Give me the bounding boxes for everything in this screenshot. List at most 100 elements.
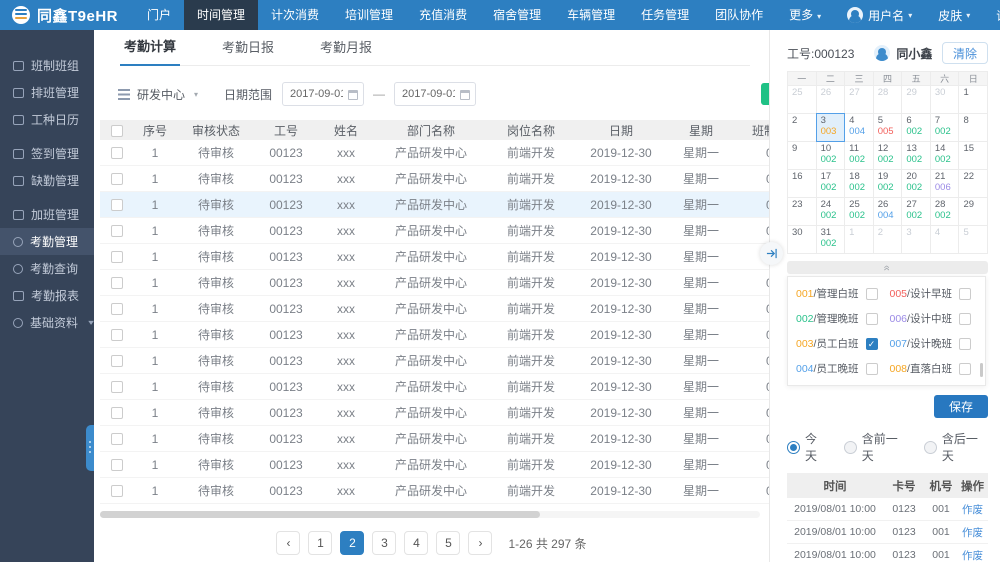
shift-option[interactable]: 008/直落白班 xyxy=(890,361,984,376)
sidebar-item-shift-group[interactable]: 班制班组 xyxy=(0,52,94,79)
row-checkbox[interactable] xyxy=(111,433,123,446)
tab[interactable]: 考勤计算 xyxy=(120,36,181,66)
table-row[interactable]: 1待审核00123xxx产品研发中心前端开发2019-12-30星期一001 xyxy=(100,296,769,322)
table-row[interactable]: 1待审核00123xxx产品研发中心前端开发2019-12-30星期一001 xyxy=(100,322,769,348)
calendar-day[interactable]: 5 005 xyxy=(872,113,903,142)
sidebar-item-attendance-mgmt[interactable]: 考勤管理 xyxy=(0,228,94,255)
calendar-day[interactable]: 30 xyxy=(787,225,817,254)
sidebar-item-scheduling[interactable]: 排班管理 xyxy=(0,79,94,106)
sidebar-item-checkin[interactable]: 签到管理 xyxy=(0,140,94,167)
topbar-menu-item[interactable]: 计次消费 xyxy=(258,0,332,30)
topbar-skin[interactable]: 皮肤 ▾ xyxy=(925,7,983,24)
date-from-input[interactable] xyxy=(282,82,365,106)
calendar-day[interactable]: 26 004 xyxy=(872,197,903,226)
sidebar-item-overtime[interactable]: 加班管理 xyxy=(0,201,94,228)
topbar-menu-item[interactable]: 任务管理 xyxy=(628,0,702,30)
sidebar-item-work-calendar[interactable]: 工种日历 xyxy=(0,106,94,133)
shift-checkbox[interactable] xyxy=(959,362,971,375)
calendar-day[interactable]: 28 002 xyxy=(929,197,960,226)
page-button[interactable]: 4 xyxy=(404,531,429,555)
shift-option[interactable]: 002/管理晚班 xyxy=(796,311,890,326)
table-row[interactable]: 1待审核00123xxx产品研发中心前端开发2019-12-30星期一001 xyxy=(100,218,769,244)
calendar-day[interactable]: 14 002 xyxy=(929,141,960,170)
tab[interactable]: 考勤日报 xyxy=(218,37,278,65)
row-checkbox[interactable] xyxy=(111,225,123,238)
row-checkbox[interactable] xyxy=(111,407,123,420)
calendar-day[interactable]: 10 002 xyxy=(815,141,846,170)
shift-checkbox[interactable] xyxy=(959,337,971,350)
topbar-menu-item[interactable]: 培训管理 xyxy=(332,0,406,30)
sidebar-item-attendance-query[interactable]: 考勤查询 xyxy=(0,255,94,282)
calendar-day[interactable]: 27 xyxy=(844,85,874,114)
void-link[interactable]: 作废 xyxy=(957,525,988,540)
topbar-menu-item[interactable]: 门户 xyxy=(134,0,184,30)
row-checkbox[interactable] xyxy=(111,485,123,498)
calendar-day[interactable]: 21 006 xyxy=(929,169,960,198)
row-checkbox[interactable] xyxy=(111,303,123,316)
calendar-day[interactable]: 22 xyxy=(958,169,989,198)
next-page-button[interactable]: › xyxy=(468,531,493,555)
calendar-day[interactable]: 11 002 xyxy=(844,141,874,170)
radio-option[interactable]: 含前一天 xyxy=(843,430,908,464)
shift-option[interactable]: 006/设计中班 xyxy=(890,311,984,326)
calendar-day[interactable]: 1 xyxy=(958,85,989,114)
calendar-day[interactable]: 29 xyxy=(901,85,931,114)
calendar-day[interactable]: 8 xyxy=(958,113,989,142)
calendar-day[interactable]: 2 xyxy=(872,225,903,254)
calendar-day[interactable]: 12 002 xyxy=(872,141,903,170)
calendar-day[interactable]: 9 xyxy=(787,141,817,170)
calendar-day[interactable]: 3 003 xyxy=(815,113,846,142)
page-button[interactable]: 2 xyxy=(340,531,365,555)
row-checkbox[interactable] xyxy=(111,173,123,186)
topbar-menu-item[interactable]: 团队协作 xyxy=(702,0,776,30)
topbar-menu-item[interactable]: 宿舍管理 xyxy=(480,0,554,30)
calendar-day[interactable]: 4 004 xyxy=(844,113,874,142)
calendar-day[interactable]: 23 xyxy=(787,197,817,226)
calendar-day[interactable]: 1 xyxy=(844,225,874,254)
prev-page-button[interactable]: ‹ xyxy=(276,531,301,555)
shift-checkbox[interactable] xyxy=(959,287,971,300)
calendar-day[interactable]: 16 xyxy=(787,169,817,198)
calendar-day[interactable]: 20 002 xyxy=(901,169,931,198)
shift-checkbox[interactable] xyxy=(865,362,878,375)
table-row[interactable]: 1待审核00123xxx产品研发中心前端开发2019-12-30星期一001 xyxy=(100,400,769,426)
calendar-day[interactable]: 4 xyxy=(929,225,960,254)
row-checkbox[interactable] xyxy=(111,459,123,472)
calendar-day[interactable]: 31 002 xyxy=(815,225,846,254)
void-link[interactable]: 作废 xyxy=(957,548,988,562)
shift-checkbox[interactable] xyxy=(865,287,878,300)
shift-option[interactable]: 004/员工晚班 xyxy=(796,361,890,376)
tab[interactable]: 考勤月报 xyxy=(316,37,376,65)
shift-scrollbar-thumb[interactable] xyxy=(980,363,983,377)
radio-option[interactable]: 含后一天 xyxy=(923,430,988,464)
table-row[interactable]: 1待审核00123xxx产品研发中心前端开发2019-12-30星期一001 xyxy=(100,478,769,504)
scrollbar-thumb[interactable] xyxy=(100,511,540,518)
page-button[interactable]: 1 xyxy=(308,531,333,555)
shift-checkbox[interactable] xyxy=(959,312,971,325)
void-link[interactable]: 作废 xyxy=(957,502,988,517)
table-row[interactable]: 1待审核00123xxx产品研发中心前端开发2019-12-30星期一001 xyxy=(100,374,769,400)
shift-checkbox[interactable] xyxy=(865,312,878,325)
row-checkbox[interactable] xyxy=(111,199,123,212)
row-checkbox[interactable] xyxy=(111,147,123,160)
topbar-menu-item[interactable]: 更多 ▾ xyxy=(776,0,834,30)
horizontal-scrollbar[interactable] xyxy=(100,511,760,518)
calendar-day[interactable]: 13 002 xyxy=(901,141,931,170)
shift-checkbox[interactable]: ✓ xyxy=(865,337,878,350)
topbar-user[interactable]: 用户名 ▾ xyxy=(834,7,925,24)
row-checkbox[interactable] xyxy=(111,355,123,368)
date-from-field[interactable] xyxy=(283,88,344,100)
table-row[interactable]: 1待审核00123xxx产品研发中心前端开发2019-12-30星期一001 xyxy=(100,244,769,270)
save-button[interactable]: 保存 xyxy=(934,395,988,418)
shift-option[interactable]: 005/设计早班 xyxy=(890,286,984,301)
select-all-checkbox[interactable] xyxy=(111,124,123,137)
date-to-field[interactable] xyxy=(395,88,456,100)
sidebar-item-base-data[interactable]: 基础资料 ▾ xyxy=(0,309,94,336)
calendar-day[interactable]: 27 002 xyxy=(901,197,931,226)
calendar-day[interactable]: 3 xyxy=(901,225,931,254)
topbar-menu-item[interactable]: 时间管理 xyxy=(184,0,259,30)
calendar-day[interactable]: 30 xyxy=(929,85,960,114)
table-row[interactable]: 1待审核00123xxx产品研发中心前端开发2019-12-30星期一001 xyxy=(100,348,769,374)
sidebar-collapse-handle[interactable] xyxy=(86,425,94,471)
row-checkbox[interactable] xyxy=(111,381,123,394)
